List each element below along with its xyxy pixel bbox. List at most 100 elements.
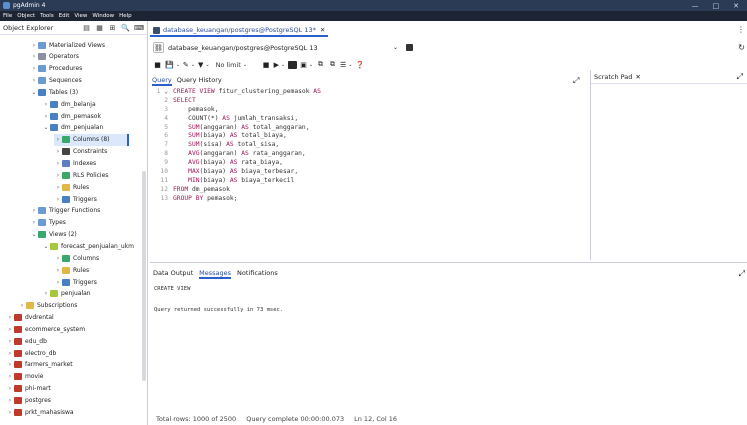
chevron-right-icon[interactable]: › bbox=[6, 314, 14, 321]
tree-node[interactable]: ⌄ Tables (3) bbox=[30, 86, 78, 98]
tree-node[interactable]: › Types bbox=[30, 217, 66, 229]
tree-node[interactable]: › dvdrental bbox=[6, 312, 54, 324]
tree-node[interactable]: › Indexes bbox=[54, 158, 96, 170]
sql-editor[interactable]: 1 ⌄ 2 3 4 5 6 7 8 9 10 11 12 13 CREATE VIEW fitur_cl… bbox=[150, 88, 587, 260]
code-line[interactable]: COUNT(*) AS jumlah_transaksi, bbox=[173, 115, 321, 124]
tree-node[interactable]: › edu_db bbox=[6, 335, 47, 347]
save-file-icon[interactable]: 💾 ⌄ bbox=[165, 59, 180, 70]
menu-view[interactable]: View bbox=[74, 13, 87, 19]
chevron-right-icon[interactable]: › bbox=[30, 207, 38, 214]
maximize-icon[interactable]: □ bbox=[713, 2, 720, 10]
expand-editor-icon[interactable]: ⤢ bbox=[573, 76, 579, 86]
tree-node[interactable]: › Trigger Functions bbox=[30, 205, 100, 217]
code-line[interactable]: MAX(biaya) AS biaya_terbesar, bbox=[173, 168, 321, 177]
database-icon[interactable] bbox=[406, 44, 413, 51]
chevron-right-icon[interactable]: › bbox=[6, 338, 14, 345]
chevron-right-icon[interactable]: › bbox=[54, 267, 62, 274]
tree-node[interactable]: › Triggers bbox=[54, 276, 97, 288]
menu-tools[interactable]: Tools bbox=[40, 13, 54, 19]
panel-divider[interactable] bbox=[150, 262, 747, 263]
menu-file[interactable]: File bbox=[3, 13, 12, 19]
tree-node[interactable]: › RLS Policies bbox=[54, 169, 108, 181]
tree-node[interactable]: › Rules bbox=[54, 181, 89, 193]
chevron-right-icon[interactable]: › bbox=[54, 136, 62, 143]
tree-node[interactable]: › penjualan bbox=[42, 288, 91, 300]
tab-data-output[interactable]: Data Output bbox=[153, 269, 193, 279]
chevron-right-icon[interactable]: › bbox=[18, 302, 26, 309]
tree-node[interactable]: ⌄ dm_penjualan bbox=[42, 122, 103, 134]
tree-node[interactable]: › dm_pemasok bbox=[42, 110, 101, 122]
tree-node[interactable]: › postgres bbox=[6, 395, 51, 407]
code-line[interactable]: pemasok, bbox=[173, 106, 321, 115]
chevron-right-icon[interactable]: › bbox=[54, 184, 62, 191]
close-scratch-pad-icon[interactable]: ✕ bbox=[635, 73, 640, 81]
chevron-right-icon[interactable]: › bbox=[30, 42, 38, 49]
tree-node[interactable]: › Rules bbox=[54, 264, 89, 276]
refresh-icon[interactable]: ↻ bbox=[738, 43, 745, 52]
chevron-right-icon[interactable]: › bbox=[30, 65, 38, 72]
tree-node[interactable]: ⌄ Views (2) bbox=[30, 229, 77, 241]
chevron-down-icon[interactable]: ⌄ bbox=[42, 124, 50, 131]
chevron-right-icon[interactable]: › bbox=[6, 409, 14, 416]
chevron-right-icon[interactable]: › bbox=[54, 160, 62, 167]
tab-query[interactable]: Query bbox=[152, 76, 172, 86]
grid-view-icon[interactable]: ▦ bbox=[95, 24, 104, 32]
code-line[interactable]: CREATE VIEW fitur_clustering_pemasok AS bbox=[173, 88, 321, 97]
tree-node[interactable]: › Sequences bbox=[30, 75, 82, 87]
tab-notifications[interactable]: Notifications bbox=[237, 269, 278, 279]
code-line[interactable]: SUM(sisa) AS total_sisa, bbox=[173, 141, 321, 150]
chevron-right-icon[interactable]: › bbox=[54, 196, 62, 203]
more-options-icon[interactable]: ⋮ bbox=[737, 25, 745, 34]
edit-pencil-icon[interactable]: ✎ ⌄ bbox=[183, 59, 195, 70]
chevron-right-icon[interactable]: › bbox=[54, 172, 62, 179]
chevron-down-icon[interactable]: ⌄ bbox=[393, 44, 398, 51]
chevron-right-icon[interactable]: › bbox=[6, 373, 14, 380]
menu-window[interactable]: Window bbox=[92, 13, 114, 19]
chevron-down-icon[interactable]: ⌄ bbox=[42, 243, 50, 250]
chevron-right-icon[interactable]: › bbox=[54, 148, 62, 155]
chevron-right-icon[interactable]: › bbox=[54, 279, 62, 286]
chevron-right-icon[interactable]: › bbox=[6, 385, 14, 392]
chevron-right-icon[interactable]: › bbox=[42, 290, 50, 297]
fold-chevron-icon[interactable]: ⌄ bbox=[164, 88, 168, 95]
tree-node[interactable]: › electro_db bbox=[6, 347, 56, 359]
code-line[interactable]: FROM dm_pemasok bbox=[173, 186, 321, 195]
menu-help[interactable]: Help bbox=[119, 13, 132, 19]
close-icon[interactable]: ✕ bbox=[733, 2, 739, 10]
code-line[interactable]: GROUP BY pemasok; bbox=[173, 195, 321, 204]
chevron-right-icon[interactable]: › bbox=[6, 326, 14, 333]
row-limit-select[interactable]: No limit ⌄ bbox=[213, 59, 259, 70]
chevron-down-icon[interactable]: ⌄ bbox=[30, 231, 38, 238]
tree-node[interactable]: › Procedures bbox=[30, 63, 82, 75]
chevron-down-icon[interactable]: ⌄ bbox=[30, 89, 38, 96]
connection-selector[interactable]: ⛓ database_keuangan/postgres@PostgreSQL … bbox=[153, 41, 413, 54]
code-line[interactable]: AVG(biaya) AS rata_biaya, bbox=[173, 159, 321, 168]
tree-node[interactable]: ⌄ forecast_penjualan_ukm bbox=[42, 240, 134, 252]
tree-node[interactable]: › Columns bbox=[54, 252, 99, 264]
chevron-right-icon[interactable]: › bbox=[6, 350, 14, 357]
scratch-pad-tab[interactable]: Scratch Pad bbox=[594, 73, 632, 81]
explorer-scrollbar-vertical[interactable] bbox=[142, 171, 146, 381]
tree-node[interactable]: › Materialized Views bbox=[30, 39, 105, 51]
macros-icon[interactable]: ☰ ⌄ bbox=[340, 59, 352, 70]
menu-edit[interactable]: Edit bbox=[59, 13, 70, 19]
explain-analyze-icon[interactable]: ▣ ⌄ bbox=[300, 59, 313, 70]
tree-node[interactable]: › Triggers bbox=[54, 193, 97, 205]
sql-code[interactable]: CREATE VIEW fitur_clustering_pemasok AS S… bbox=[173, 88, 321, 204]
tab-query-history[interactable]: Query History bbox=[177, 76, 222, 86]
code-line[interactable]: SELECT bbox=[173, 97, 321, 106]
chevron-right-icon[interactable]: › bbox=[42, 113, 50, 120]
search-icon[interactable]: 🔍 bbox=[121, 24, 130, 32]
query-tool-tab[interactable]: database_keuangan/postgres@PostgreSQL 13… bbox=[150, 25, 329, 37]
menu-object[interactable]: Object bbox=[17, 13, 35, 19]
tree-node[interactable]: › dm_belanja bbox=[42, 98, 96, 110]
tree-node[interactable]: › movie bbox=[6, 371, 43, 383]
tree-node[interactable]: › phi-mart bbox=[6, 383, 51, 395]
chevron-right-icon[interactable]: › bbox=[6, 361, 14, 368]
code-line[interactable]: AVG(anggaran) AS rata_anggaran, bbox=[173, 150, 321, 159]
chevron-right-icon[interactable]: › bbox=[54, 255, 62, 262]
tree-node[interactable]: › Operators bbox=[30, 51, 79, 63]
expand-scratch-pad-icon[interactable]: ⤢ bbox=[737, 72, 747, 82]
chevron-right-icon[interactable]: › bbox=[30, 77, 38, 84]
chevron-right-icon[interactable]: › bbox=[42, 101, 50, 108]
